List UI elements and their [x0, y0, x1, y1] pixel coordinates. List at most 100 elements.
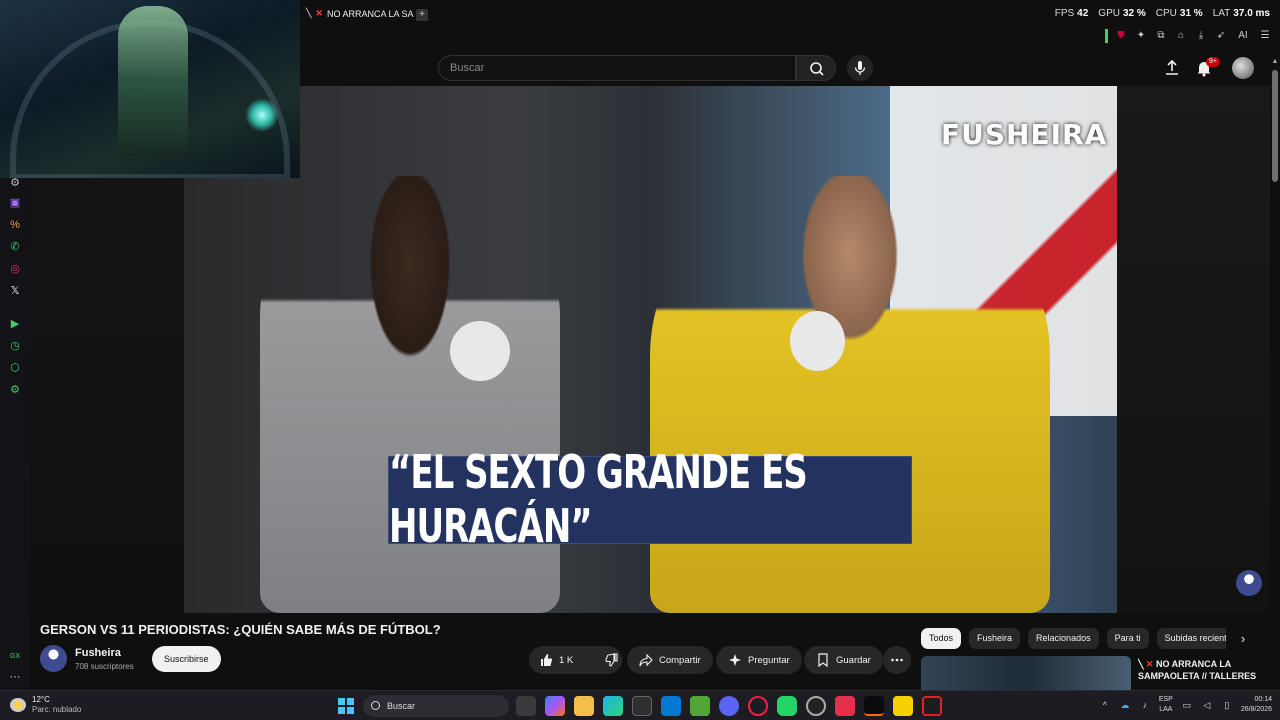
thumbs-down-icon [605, 653, 618, 667]
fps-stat: FPS 42 [1054, 8, 1089, 19]
steam-icon[interactable] [806, 696, 826, 716]
taskbar-clock[interactable]: 00:14 26/8/2026 [1241, 695, 1272, 715]
player-letterbox-right [1117, 86, 1270, 613]
pinned-icon[interactable]: % [8, 218, 22, 232]
windows-start-icon[interactable] [338, 698, 354, 714]
channel-avatar[interactable] [40, 645, 67, 672]
tab-strip: ╲ ✕ NO ARRANCA LA SA + FPS 42 GPU 32 % CPU… [300, 0, 1280, 30]
taskbar-search-icon [371, 701, 380, 710]
app-shield-icon[interactable] [922, 696, 942, 716]
new-tab-button[interactable]: + [416, 9, 428, 21]
chip-relacionados[interactable]: Relacionados [1028, 628, 1099, 649]
gx-mini-icon[interactable]: GX [8, 650, 22, 664]
download-icon[interactable]: ⤓ [1194, 29, 1208, 43]
twitch-icon[interactable]: ▣ [8, 196, 22, 210]
related-video-thumbnail[interactable] [921, 656, 1131, 690]
tray-cloud-icon[interactable]: ☁ [1119, 699, 1131, 711]
extension-icon[interactable]: ✦ [1134, 29, 1148, 43]
status-bar-indicator [1105, 29, 1108, 43]
chip-subidas-recientes[interactable]: Subidas recientes [1156, 628, 1226, 649]
settings-icon[interactable]: ⚙ [8, 383, 22, 397]
chip-para-ti[interactable]: Para ti [1106, 628, 1149, 649]
video-title: GERSON VS 11 PERIODISTAS: ¿QUIÉN SABE MÁ… [40, 622, 441, 637]
more-actions-button[interactable] [883, 646, 911, 674]
whatsapp-app-icon[interactable] [777, 696, 797, 716]
search-icon [810, 62, 824, 76]
share-icon[interactable]: ➶ [1214, 29, 1228, 43]
scrollbar-thumb[interactable] [1272, 70, 1278, 182]
save-button[interactable]: Guardar [804, 646, 883, 674]
subscribe-button[interactable]: Suscribirse [152, 646, 221, 672]
related-pin-icon: ╲ [1138, 659, 1146, 669]
edge-icon[interactable] [603, 696, 623, 716]
taskbar-search[interactable]: Buscar [363, 695, 509, 717]
related-video-title[interactable]: ╲ ✕ NO ARRANCA LA SAMPAOLETA // TALLERES [1138, 658, 1268, 690]
tray-mic-icon[interactable]: ♪ [1139, 699, 1151, 711]
outlook-icon[interactable] [661, 696, 681, 716]
ask-label: Preguntar [748, 654, 790, 666]
like-button[interactable]: 1 K [529, 646, 583, 674]
clock-date: 26/8/2026 [1240, 706, 1272, 713]
copilot-icon[interactable] [545, 696, 565, 716]
bookmark-icon [818, 653, 828, 667]
clock-time: 00:14 [1254, 696, 1272, 703]
chip-todos[interactable]: Todos [921, 628, 962, 649]
overlay-orb [245, 98, 279, 132]
menu-icon[interactable]: ☰ [1258, 29, 1272, 43]
share-button[interactable]: Compartir [627, 646, 713, 674]
file-explorer-icon[interactable] [574, 696, 594, 716]
store-icon[interactable] [632, 696, 652, 716]
performance-stats: FPS 42 GPU 32 % CPU 31 % LAT 37.0 ms [1055, 8, 1270, 19]
save-label: Guardar [836, 654, 871, 666]
more-icon[interactable]: ⋯ [8, 670, 22, 684]
ask-button[interactable]: Preguntar [716, 646, 802, 674]
network-icon[interactable]: ▭ [1181, 699, 1193, 711]
channel-watermark-avatar[interactable] [1236, 570, 1262, 596]
browser-tab[interactable]: ╲ ✕ NO ARRANCA LA SA [306, 8, 414, 19]
taskbar-apps [516, 696, 942, 716]
x-icon[interactable]: 𝕏 [8, 284, 22, 298]
discord-icon[interactable] [719, 696, 739, 716]
screenshot-icon[interactable]: ⌂ [1174, 29, 1188, 43]
task-view-icon[interactable] [516, 696, 536, 716]
player-icon[interactable]: ▶ [8, 317, 22, 331]
extensions-icon[interactable]: ⬡ [8, 361, 22, 375]
puzzle-icon[interactable]: ⧉ [1154, 29, 1168, 43]
tab-close-icon[interactable]: ✕ [315, 8, 323, 19]
channel-name[interactable]: Fusheira [75, 647, 121, 659]
scroll-up-arrow-icon[interactable]: ▲ [1270, 58, 1280, 68]
search-input[interactable]: Buscar [438, 55, 796, 81]
gpu-stat: GPU 32 % [1098, 8, 1146, 19]
app-yellow-icon[interactable] [893, 696, 913, 716]
battery-icon[interactable]: ▯ [1221, 699, 1233, 711]
whatsapp-icon[interactable]: ✆ [8, 240, 22, 254]
voice-search-button[interactable] [847, 55, 873, 81]
volume-icon[interactable]: ◁ [1201, 699, 1213, 711]
chevron-right-icon[interactable]: › [1234, 630, 1252, 648]
more-vert-icon [891, 658, 903, 662]
tray-chevron-icon[interactable]: ^ [1099, 699, 1111, 711]
minecraft-icon[interactable] [690, 696, 710, 716]
opera-gx-icon[interactable] [748, 696, 768, 716]
notification-badge: 9+ [1206, 57, 1220, 67]
history-icon[interactable]: ◷ [8, 339, 22, 353]
system-tray: ^ ☁ ♪ ESP LAA ▭ ◁ ▯ 00:14 26/8/2026 [1099, 695, 1272, 715]
upload-button[interactable] [1162, 58, 1182, 78]
search-button[interactable] [796, 55, 836, 81]
gx-icon[interactable]: ⚙ [8, 176, 22, 190]
ublock-icon[interactable]: ⛊ [1114, 29, 1128, 43]
terminal-icon[interactable] [864, 696, 884, 716]
weather-widget[interactable]: 12°C Parc. nublado [10, 695, 81, 715]
windows-taskbar: 12°C Parc. nublado Buscar ^ ☁ ♪ ESP LAA … [0, 690, 1280, 720]
language-indicator[interactable]: ESP LAA [1159, 695, 1173, 715]
extensions-bar: ⛊ ✦ ⧉ ⌂ ⤓ ➶ AI ☰ [1105, 29, 1272, 43]
partly-cloudy-icon [10, 698, 26, 712]
like-count: 1 K [559, 654, 574, 666]
chip-fusheira[interactable]: Fusheira [969, 628, 1021, 649]
app-red-icon[interactable] [835, 696, 855, 716]
account-avatar[interactable] [1232, 57, 1254, 79]
instagram-icon[interactable]: ◎ [8, 262, 22, 276]
video-caption-banner: “EL SEXTO GRANDE ES HURACÁN” [388, 446, 912, 554]
ai-icon[interactable]: AI [1234, 29, 1252, 43]
dislike-button[interactable] [595, 646, 629, 674]
